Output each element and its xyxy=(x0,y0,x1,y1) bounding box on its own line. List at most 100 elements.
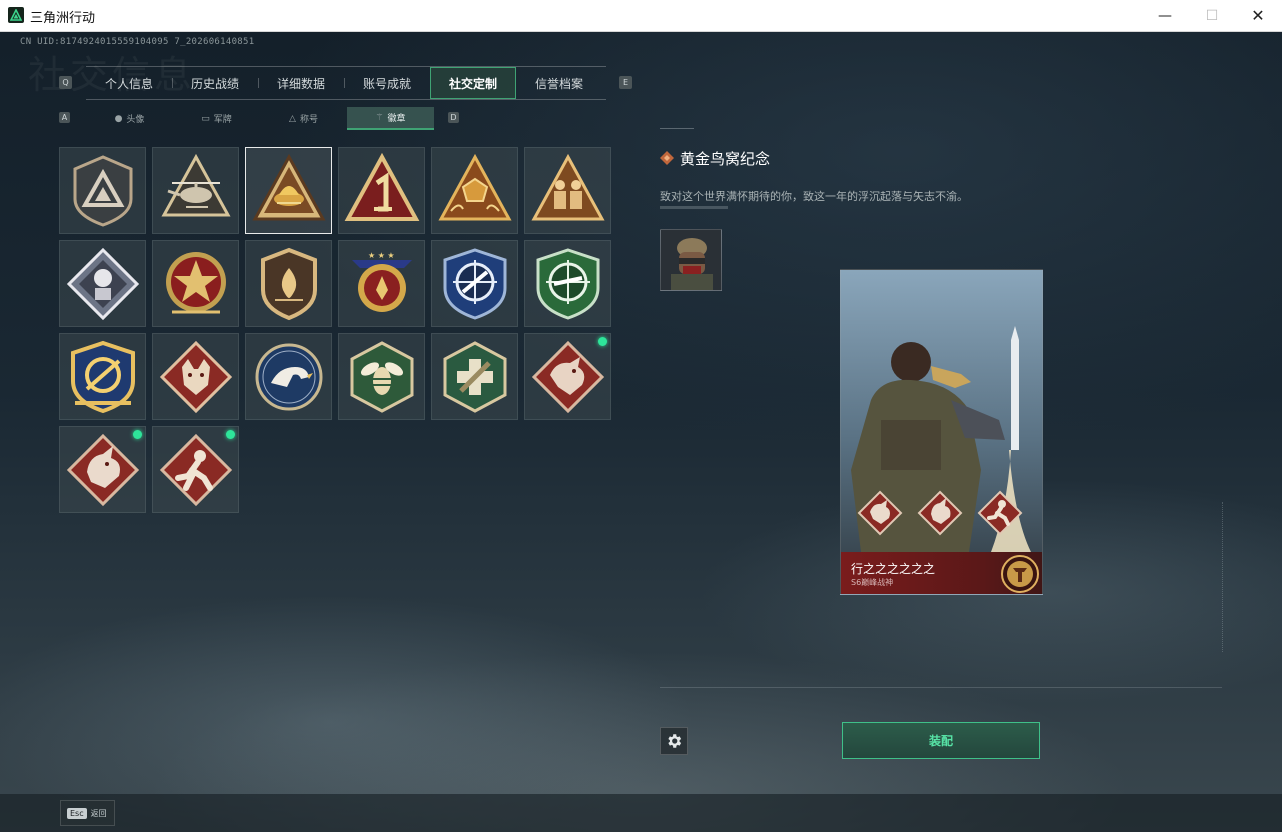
tab-label: 个人信息 xyxy=(104,76,153,91)
badge-grid: ★ ★ ★ xyxy=(59,147,619,513)
tab-achievements[interactable]: 账号成就 xyxy=(344,67,430,99)
tab-label: 详细数据 xyxy=(276,76,325,91)
badge-cell-new[interactable] xyxy=(524,333,611,420)
subtab-label: 头像 xyxy=(126,115,145,125)
decorative-frame xyxy=(1062,502,1223,652)
subtab-prev-key-hint[interactable]: A xyxy=(59,112,70,123)
soldier-avatar-icon xyxy=(661,230,721,290)
settings-button[interactable] xyxy=(660,727,688,755)
maximize-button[interactable]: ☐ xyxy=(1189,0,1235,31)
subtab-next-key-hint[interactable]: D xyxy=(448,112,459,123)
minimize-button[interactable]: — xyxy=(1142,0,1188,31)
golden-nest-badge-icon xyxy=(251,153,326,220)
subtab-label: 军牌 xyxy=(213,115,232,125)
equipped-dragon-badge-icon xyxy=(857,490,903,536)
subtab-dogtag[interactable]: ▭ 军牌 xyxy=(173,107,260,130)
card-player-name: 行之之之之之之 xyxy=(851,562,936,576)
tab-personal-info[interactable]: 个人信息 xyxy=(86,67,172,99)
badge-cell[interactable]: ★ ★ ★ xyxy=(338,240,425,327)
new-indicator-dot xyxy=(226,430,235,439)
tab-detailed-stats[interactable]: 详细数据 xyxy=(258,67,344,99)
sub-tab-bar: ● 头像 ▭ 军牌 △ 称号 ⚚ 徽章 xyxy=(86,107,434,130)
badge-cell-new[interactable] xyxy=(59,426,146,513)
subtab-label: 称号 xyxy=(299,115,318,125)
gear-icon xyxy=(668,734,682,748)
card-nameplate: 行之之之之之之 S6巅峰战神 xyxy=(841,552,1042,594)
dogtag-icon: ▭ xyxy=(201,113,210,124)
dragon-alt-badge-icon xyxy=(66,433,139,506)
star-wreath-badge-icon xyxy=(165,251,226,313)
game-viewport: CN UID:8174924015559104095 7_20260614085… xyxy=(0,32,1282,832)
decorative-line xyxy=(660,206,728,209)
equipped-runner-badge-icon xyxy=(977,490,1023,536)
badge-icon: ⚚ xyxy=(375,112,384,123)
delta-shield-badge-icon xyxy=(73,154,132,227)
tab-label: 社交定制 xyxy=(448,76,497,91)
badge-cell[interactable] xyxy=(245,333,332,420)
badge-cell-selected[interactable] xyxy=(245,147,332,234)
svg-text:★ ★ ★: ★ ★ ★ xyxy=(368,251,395,260)
flame-shield-badge-icon xyxy=(260,247,317,320)
number-one-badge-icon xyxy=(344,152,419,221)
equip-button[interactable]: 装配 xyxy=(842,722,1040,759)
window-titlebar: 三角洲行动 — ☐ ✕ xyxy=(0,0,1282,32)
badge-cell[interactable] xyxy=(152,147,239,234)
badge-cell[interactable] xyxy=(338,147,425,234)
badge-cell[interactable] xyxy=(524,240,611,327)
tab-divider xyxy=(344,78,345,88)
runner-badge-icon xyxy=(159,433,232,506)
badge-cell[interactable] xyxy=(59,147,146,234)
badge-cell[interactable] xyxy=(152,333,239,420)
gold-crosshair-badge-icon xyxy=(70,340,135,413)
tab-label: 账号成就 xyxy=(362,76,411,91)
badge-cell[interactable] xyxy=(338,333,425,420)
stars-laurel-badge-icon: ★ ★ ★ xyxy=(351,251,412,312)
diamond-marker-icon xyxy=(660,151,674,165)
decorative-dash xyxy=(660,128,694,129)
badge-cell[interactable] xyxy=(245,240,332,327)
tab-social-customization[interactable]: 社交定制 xyxy=(430,67,516,99)
badge-cell[interactable] xyxy=(431,333,518,420)
back-button[interactable]: Esc 返回 xyxy=(60,800,115,826)
tab-reputation[interactable]: 信誉档案 xyxy=(516,67,602,99)
badge-cell-new[interactable] xyxy=(152,426,239,513)
dodecahedron-badge-icon xyxy=(437,153,512,220)
blue-crosshair-badge-icon xyxy=(443,247,506,320)
wasp-badge-icon xyxy=(350,340,413,413)
new-indicator-dot xyxy=(598,337,607,346)
card-equipped-badges xyxy=(857,490,1023,536)
new-indicator-dot xyxy=(133,430,142,439)
footer-bar: Esc 返回 xyxy=(0,794,1282,832)
badge-detail-title: 黄金鸟窝纪念 xyxy=(680,150,771,168)
badge-cell[interactable] xyxy=(431,147,518,234)
subtab-badge[interactable]: ⚚ 徽章 xyxy=(347,107,434,130)
badge-cell[interactable] xyxy=(152,240,239,327)
title-icon: △ xyxy=(289,113,296,124)
wolf-badge-icon xyxy=(159,340,232,413)
soldiers-badge-icon xyxy=(530,153,605,220)
subtab-avatar[interactable]: ● 头像 xyxy=(86,107,173,130)
tab-next-key-hint[interactable]: E xyxy=(619,76,632,89)
badge-cell[interactable] xyxy=(59,333,146,420)
tab-divider xyxy=(172,78,173,88)
tab-prev-key-hint[interactable]: Q xyxy=(59,76,72,89)
eagle-badge-icon xyxy=(255,343,322,410)
badge-cell[interactable] xyxy=(524,147,611,234)
subtab-label: 徽章 xyxy=(387,114,406,124)
green-crosshair-badge-icon xyxy=(536,247,599,320)
panel-divider xyxy=(660,687,1222,688)
back-label: 返回 xyxy=(90,808,107,818)
esc-key-hint: Esc xyxy=(67,807,87,819)
tab-match-history[interactable]: 历史战绩 xyxy=(172,67,258,99)
equipped-dragon-alt-badge-icon xyxy=(917,490,963,536)
rank-emblem-icon xyxy=(1001,555,1039,593)
dragon-badge-icon xyxy=(531,340,604,413)
badge-cell[interactable] xyxy=(431,240,518,327)
main-tab-bar: 个人信息 历史战绩 详细数据 账号成就 社交定制 信誉档案 xyxy=(86,66,606,100)
subtab-title[interactable]: △ 称号 xyxy=(260,107,347,130)
window-title: 三角洲行动 xyxy=(30,11,96,26)
player-uid: CN UID:8174924015559104095 7_20260614085… xyxy=(20,37,255,47)
close-button[interactable]: ✕ xyxy=(1235,0,1281,31)
badge-cell[interactable] xyxy=(59,240,146,327)
player-avatar xyxy=(660,229,722,291)
